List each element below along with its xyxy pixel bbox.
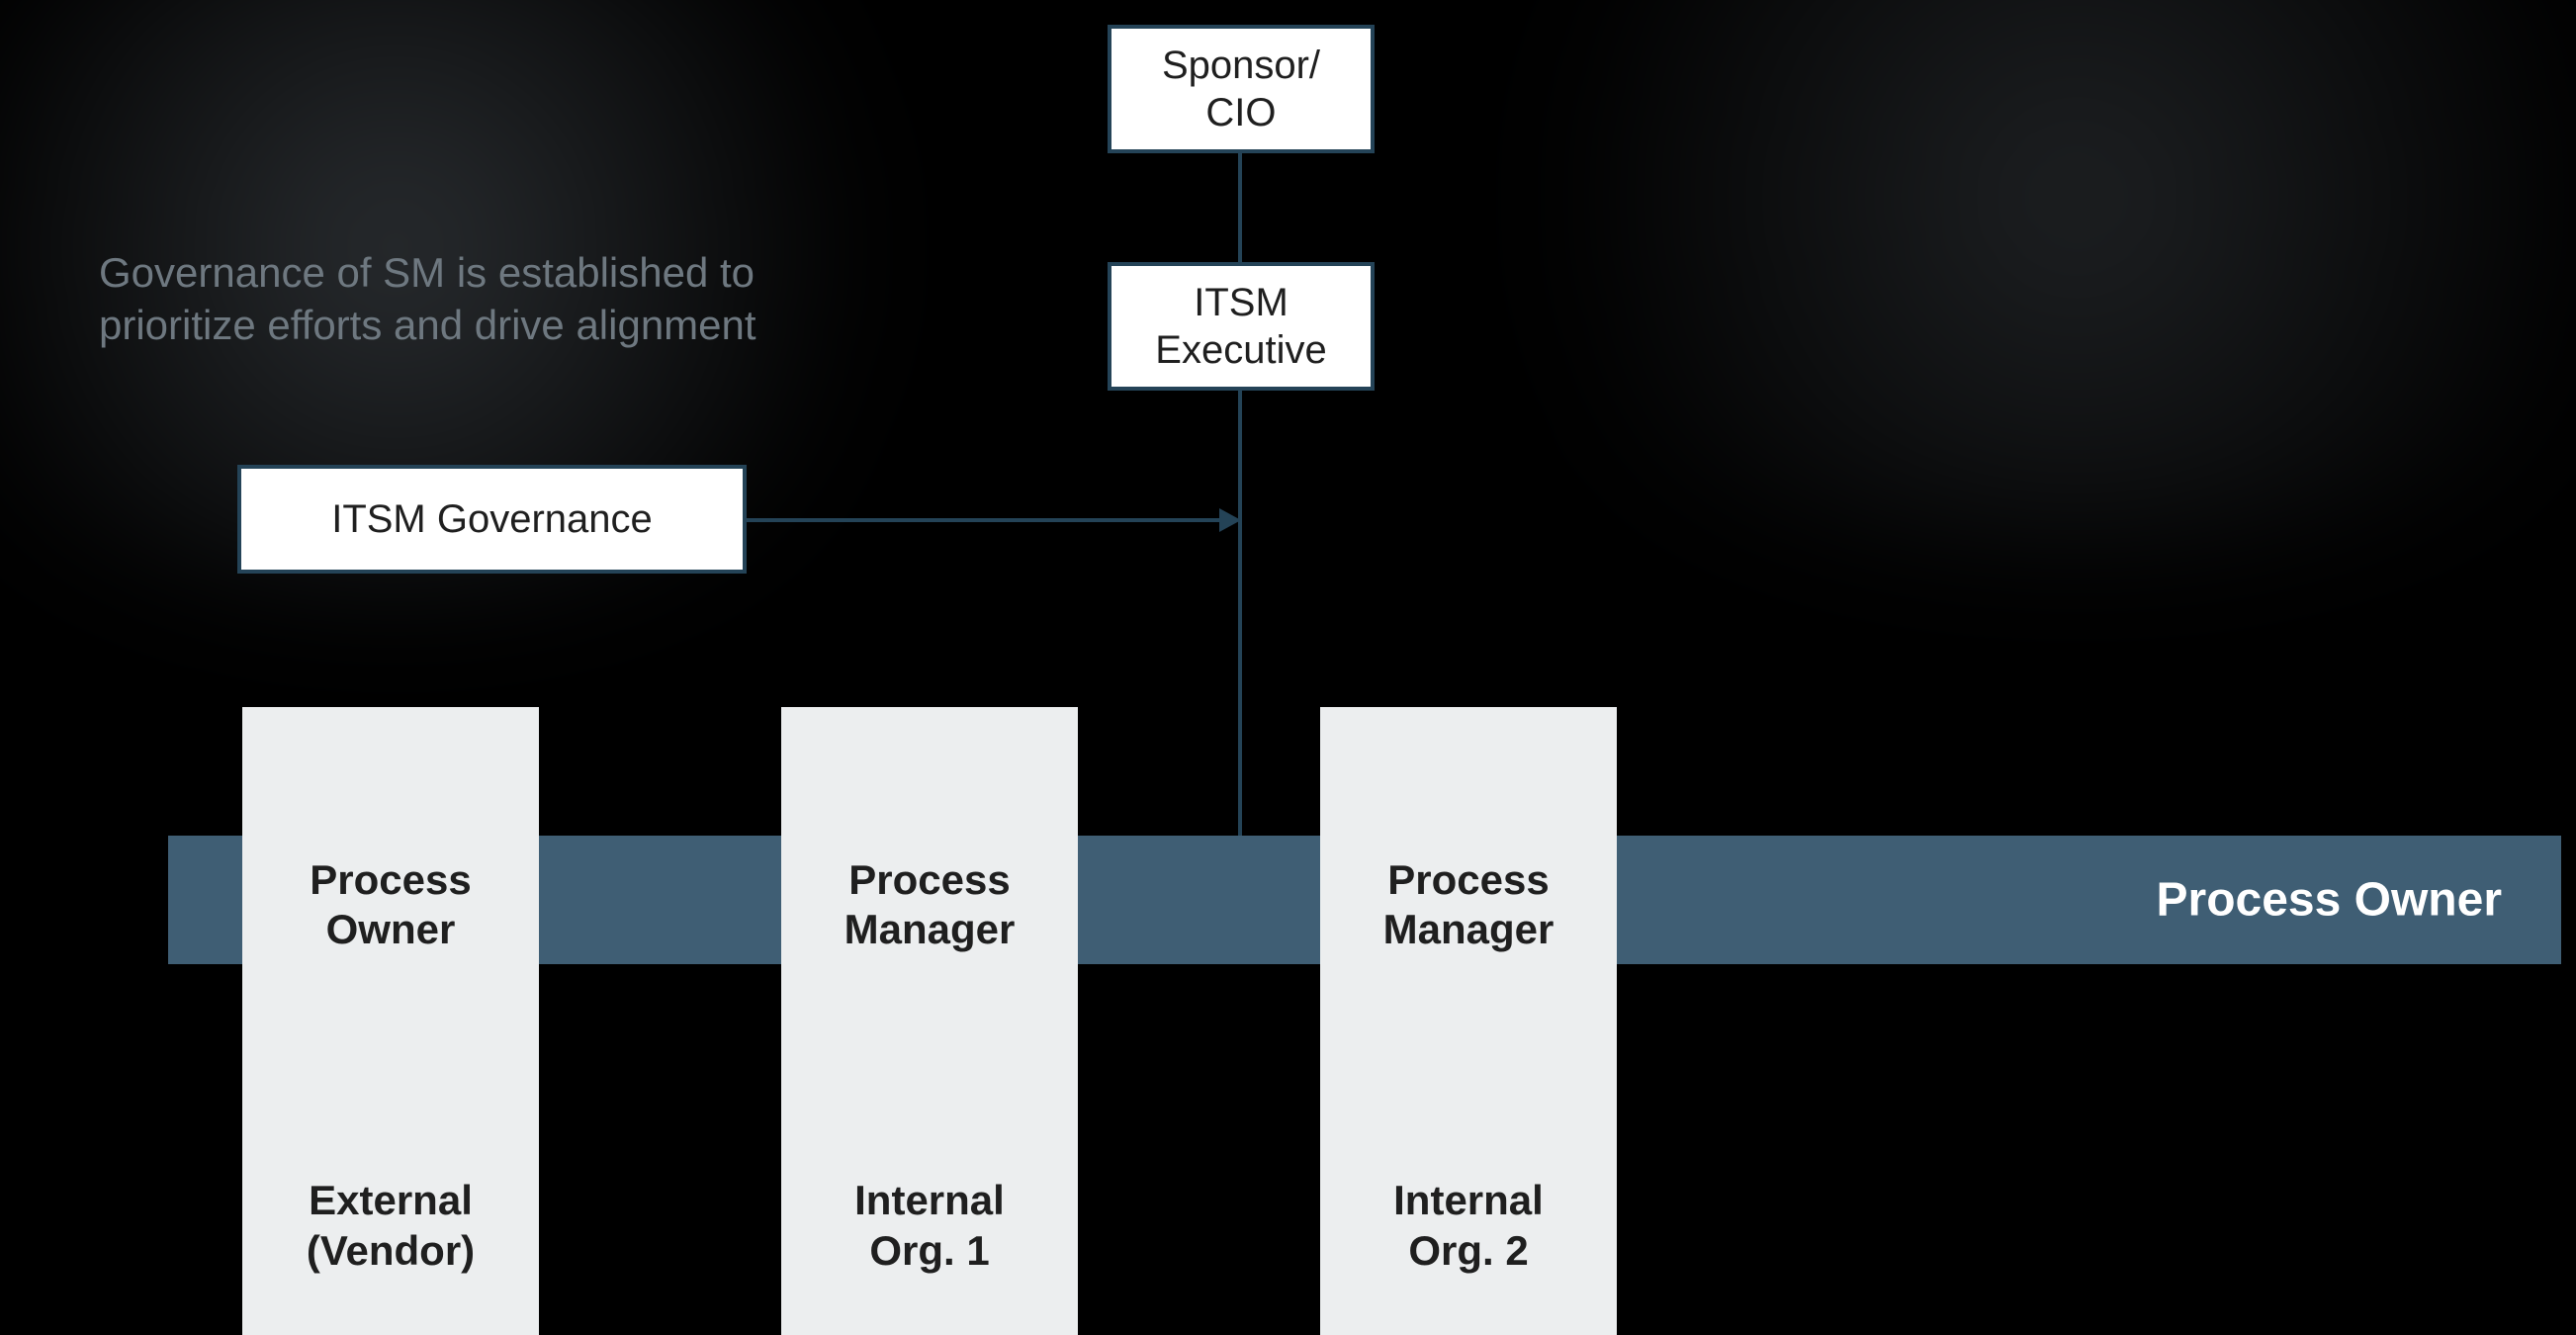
governance-to-spine-connector [747, 518, 1219, 522]
pillar-org: Internal Org. 1 [781, 1176, 1078, 1276]
sponsor-line-1: Sponsor/ [1162, 44, 1320, 87]
background-glow [1384, 0, 2576, 544]
pillar-internal-org-1: Process Manager Internal Org. 1 [781, 707, 1078, 1335]
org-line-2: (Vendor) [307, 1227, 475, 1274]
role-line-2: Manager [844, 906, 1016, 952]
itsm-exec-line-1: ITSM [1194, 281, 1288, 324]
arrow-right-icon [1219, 508, 1241, 532]
pillar-org: Internal Org. 2 [1320, 1176, 1617, 1276]
itsm-governance-box: ITSM Governance [237, 465, 747, 574]
process-owner-bar-label: Process Owner [2157, 873, 2503, 928]
org-line-1: External [309, 1177, 473, 1223]
org-line-1: Internal [1393, 1177, 1544, 1223]
pillar-internal-org-2: Process Manager Internal Org. 2 [1320, 707, 1617, 1335]
role-line-1: Process [310, 856, 471, 903]
pillar-external-vendor: Process Owner External (Vendor) [242, 707, 539, 1335]
itsm-executive-box: ITSM Executive [1108, 262, 1375, 391]
role-line-1: Process [1387, 856, 1549, 903]
pillar-role: Process Manager [1320, 855, 1617, 955]
itsm-executive-label: ITSM Executive [1155, 279, 1326, 374]
role-line-1: Process [848, 856, 1010, 903]
sponsor-cio-label: Sponsor/ CIO [1162, 42, 1320, 136]
caption-text: Governance of SM is established to prior… [99, 247, 756, 351]
org-line-2: Org. 2 [1408, 1227, 1528, 1274]
org-line-2: Org. 1 [869, 1227, 989, 1274]
caption-line-1: Governance of SM is established to [99, 249, 755, 296]
pillar-role: Process Owner [242, 855, 539, 955]
pillar-org: External (Vendor) [242, 1176, 539, 1276]
pillar-role: Process Manager [781, 855, 1078, 955]
role-line-2: Owner [326, 906, 456, 952]
caption-line-2: prioritize efforts and drive alignment [99, 302, 756, 348]
itsm-governance-label: ITSM Governance [331, 495, 653, 543]
sponsor-cio-box: Sponsor/ CIO [1108, 25, 1375, 153]
spine-connector [1238, 148, 1242, 841]
role-line-2: Manager [1383, 906, 1554, 952]
sponsor-line-2: CIO [1205, 91, 1276, 134]
itsm-exec-line-2: Executive [1155, 328, 1326, 372]
org-line-1: Internal [854, 1177, 1005, 1223]
